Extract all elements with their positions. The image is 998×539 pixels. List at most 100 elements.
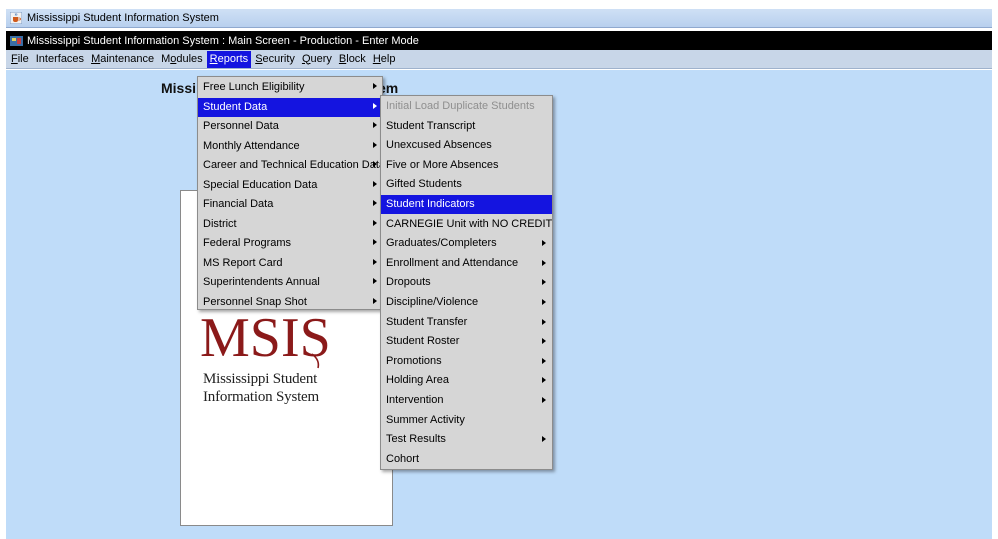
submenu-arrow-icon	[373, 297, 377, 304]
student-data-item-label: Test Results	[386, 433, 446, 446]
student-data-item-promotions[interactable]: Promotions	[381, 352, 552, 371]
java-cup-icon	[10, 12, 22, 24]
submenu-arrow-icon	[542, 377, 546, 384]
menu-security-label: ecurity	[262, 52, 295, 65]
reports-menu-item-label: Career and Technical Education Data	[203, 159, 386, 171]
outer-window-title-bar: Mississippi Student Information System	[6, 9, 992, 28]
reports-menu-item-label: Federal Programs	[203, 237, 292, 249]
student-data-item-label: Discipline/Violence	[386, 296, 479, 308]
menu-modules[interactable]: Modules	[158, 51, 206, 68]
student-data-item-label: Student Indicators	[386, 198, 475, 210]
menu-reports[interactable]: Reports	[206, 50, 252, 68]
msis-wordmark: MSIS	[200, 307, 330, 369]
reports-menu-item-special-education-data[interactable]: Special Education Data	[198, 176, 382, 195]
reports-menu-item-financial-data[interactable]: Financial Data	[198, 195, 382, 214]
student-data-item-student-indicators[interactable]: Student Indicators	[381, 195, 552, 214]
student-data-item-label: Graduates/Completers	[386, 237, 497, 250]
student-data-item-label: Student Roster	[386, 335, 460, 348]
menu-query-label: uery	[310, 52, 332, 65]
menu-interfaces[interactable]: Interfaces	[33, 51, 87, 68]
student-data-item-label: Holding Area	[386, 374, 449, 387]
student-data-item-label: Dropouts	[386, 276, 431, 289]
student-data-item-label: Cohort	[386, 452, 420, 465]
submenu-arrow-icon	[373, 83, 377, 89]
reports-menu-item-label: Monthly Attendance	[203, 139, 300, 152]
student-data-item-label: Summer Activity	[386, 413, 465, 426]
menu-reports-mnemonic: R	[209, 52, 218, 65]
student-data-item-label: Student Transfer	[386, 315, 468, 328]
student-data-item-label: Gifted Students	[386, 178, 462, 191]
submenu-arrow-icon	[373, 200, 377, 206]
submenu-arrow-icon	[373, 239, 377, 245]
submenu-arrow-icon	[373, 278, 377, 284]
student-data-item-carnegie-unit-with-no-credit[interactable]: CARNEGIE Unit with NO CREDIT	[381, 215, 552, 234]
reports-menu-item-district[interactable]: District	[198, 215, 382, 234]
reports-menu-item-free-lunch-eligibility[interactable]: Free Lunch Eligibility	[198, 78, 382, 97]
reports-menu-item-personnel-snap-shot[interactable]: Personnel Snap Shot	[198, 293, 382, 312]
logo-subtitle-line2: Information System	[203, 389, 319, 405]
reports-menu-item-career-and-technical-education-data[interactable]: Career and Technical Education Data	[198, 156, 386, 175]
student-data-item-label: Unexcused Absences	[386, 139, 492, 152]
student-data-item-student-transcript[interactable]: Student Transcript	[381, 117, 552, 136]
submenu-arrow-icon	[373, 122, 377, 128]
student-data-item-student-roster[interactable]: Student Roster	[381, 332, 552, 351]
submenu-arrow-icon	[542, 357, 546, 364]
menu-help[interactable]: Help	[370, 51, 399, 68]
reports-menu-item-label: Special Education Data	[203, 178, 318, 191]
menu-help-label: elp	[380, 52, 396, 65]
student-data-item-test-results[interactable]: Test Results	[381, 430, 552, 449]
reports-menu-item-label: District	[203, 217, 237, 230]
reports-menu-item-label: Personnel Snap Shot	[203, 295, 307, 308]
student-data-item-gifted-students[interactable]: Gifted Students	[381, 175, 552, 194]
reports-menu-item-superintendents-annual[interactable]: Superintendents Annual	[198, 273, 382, 292]
student-data-item-enrollment-and-attendance[interactable]: Enrollment and Attendance	[381, 254, 552, 273]
submenu-arrow-icon	[373, 219, 377, 226]
student-data-item-five-or-more-absences[interactable]: Five or More Absences	[381, 156, 552, 175]
reports-menu-item-label: Financial Data	[203, 198, 274, 210]
reports-menu-item-label: Superintendents Annual	[203, 276, 320, 288]
logo-subtitle-line1: Mississippi Student	[203, 371, 318, 387]
inner-window-title: Mississippi Student Information System :…	[27, 34, 419, 47]
student-data-item-intervention[interactable]: Intervention	[381, 391, 552, 410]
student-data-item-cohort[interactable]: Cohort	[381, 450, 552, 469]
reports-menu-item-label: Personnel Data	[203, 120, 279, 132]
reports-menu-item-ms-report-card[interactable]: MS Report Card	[198, 254, 382, 273]
student-data-item-label: CARNEGIE Unit with NO CREDIT	[386, 217, 553, 230]
menu-help-mnemonic: H	[372, 52, 381, 65]
menu-modules-label: dules	[176, 52, 203, 65]
menu-modules-prefix: M	[161, 52, 171, 65]
student-data-item-initial-load-duplicate-students: Initial Load Duplicate Students	[381, 97, 552, 116]
menu-file[interactable]: File	[8, 51, 32, 68]
student-data-item-summer-activity[interactable]: Summer Activity	[381, 411, 552, 430]
student-data-item-label: Intervention	[386, 394, 444, 406]
submenu-arrow-icon	[542, 436, 546, 443]
msis-logo: MSIS	[200, 307, 330, 369]
menu-maintenance[interactable]: Maintenance	[88, 51, 157, 68]
menu-block-label: lock	[346, 52, 366, 65]
menu-interfaces-label: Interfaces	[35, 52, 85, 65]
reports-menu-item-personnel-data[interactable]: Personnel Data	[198, 117, 382, 136]
student-data-item-unexcused-absences[interactable]: Unexcused Absences	[381, 136, 552, 155]
reports-menu-item-label: MS Report Card	[203, 256, 283, 269]
menu-security-mnemonic: S	[255, 52, 263, 65]
reports-menu-item-label: Free Lunch Eligibility	[203, 81, 305, 93]
student-data-item-discipline-violence[interactable]: Discipline/Violence	[381, 293, 552, 312]
reports-menu-item-monthly-attendance[interactable]: Monthly Attendance	[198, 137, 382, 156]
student-data-item-holding-area[interactable]: Holding Area	[381, 371, 552, 390]
reports-menu-item-federal-programs[interactable]: Federal Programs	[198, 234, 382, 253]
student-data-item-graduates-completers[interactable]: Graduates/Completers	[381, 234, 552, 253]
menu-maintenance-label: aintenance	[100, 52, 155, 65]
menu-query[interactable]: Query	[299, 51, 335, 68]
menu-file-label: ile	[17, 52, 29, 65]
submenu-arrow-icon	[542, 240, 546, 247]
reports-menu-item-student-data[interactable]: Student Data	[198, 97, 382, 117]
submenu-arrow-icon	[373, 102, 377, 109]
student-data-item-label: Five or More Absences	[386, 158, 499, 171]
outer-window-title: Mississippi Student Information System	[27, 12, 219, 24]
menu-security[interactable]: Security	[252, 51, 298, 68]
menu-block[interactable]: Block	[336, 51, 369, 68]
student-data-item-dropouts[interactable]: Dropouts	[381, 273, 552, 292]
student-data-item-student-transfer[interactable]: Student Transfer	[381, 313, 552, 332]
student-data-item-label: Enrollment and Attendance	[386, 256, 519, 269]
inner-window-title-bar: Mississippi Student Information System :…	[6, 31, 992, 50]
